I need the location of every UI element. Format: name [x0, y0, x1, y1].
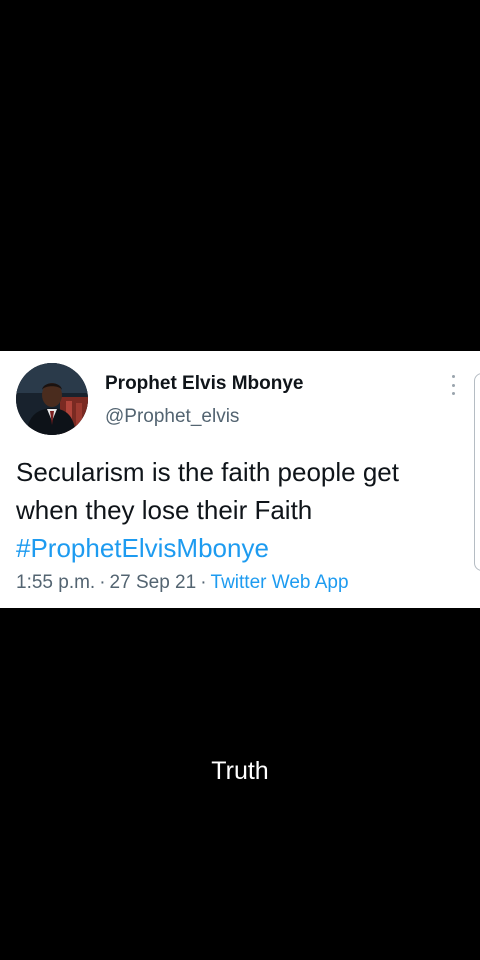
tweet-text-line: when they lose their Faith	[16, 495, 313, 525]
tweet-meta: 1:55 p.m. · 27 Sep 21 · Twitter Web App	[16, 572, 349, 594]
tweet-text: Secularism is the faith people get when …	[16, 453, 466, 567]
handle[interactable]: @Prophet_elvis	[105, 406, 239, 428]
hashtag-link[interactable]: #ProphetElvisMbonye	[16, 529, 466, 567]
avatar-image	[16, 363, 88, 435]
tweet-text-line: Secularism is the faith people get	[16, 457, 399, 487]
dot-icon	[451, 375, 455, 378]
separator: ·	[200, 572, 207, 593]
tweet-card[interactable]: Prophet Elvis Mbonye @Prophet_elvis Secu…	[0, 351, 480, 608]
tweet-source-link[interactable]: Twitter Web App	[211, 572, 349, 593]
card-edge	[474, 373, 480, 571]
avatar[interactable]	[16, 363, 88, 435]
tweet-date[interactable]: 27 Sep 21	[110, 572, 197, 593]
tweet-time[interactable]: 1:55 p.m.	[16, 572, 95, 593]
caption: Truth	[211, 757, 269, 785]
screen: Prophet Elvis Mbonye @Prophet_elvis Secu…	[0, 0, 480, 960]
dot-icon	[451, 383, 455, 387]
more-vertical-icon[interactable]	[445, 375, 461, 395]
display-name[interactable]: Prophet Elvis Mbonye	[105, 373, 303, 395]
dot-icon	[451, 392, 455, 395]
separator: ·	[99, 572, 106, 593]
